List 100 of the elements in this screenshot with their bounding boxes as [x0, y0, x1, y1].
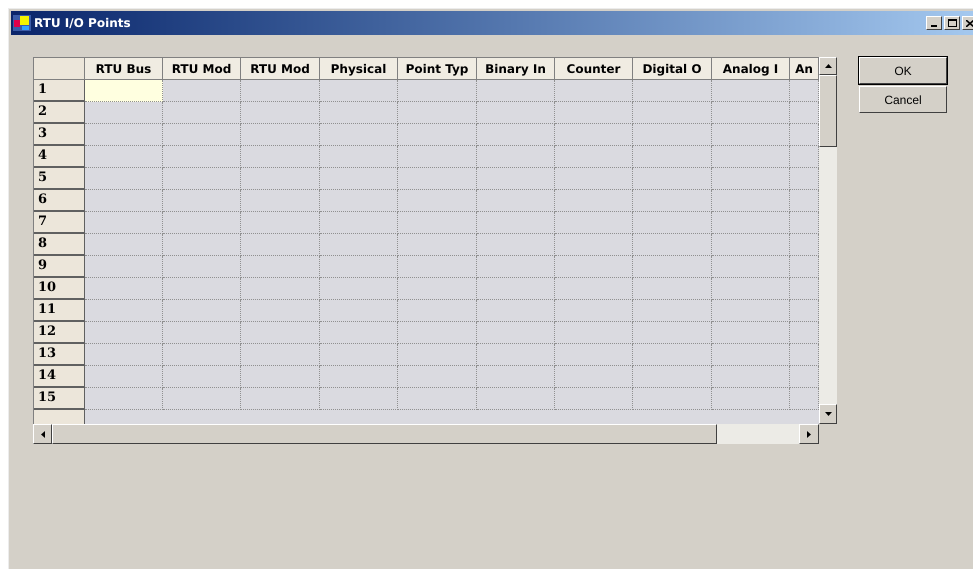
table-cell[interactable] — [477, 102, 555, 124]
table-cell[interactable] — [241, 256, 320, 278]
table-cell[interactable] — [712, 234, 790, 256]
table-cell[interactable] — [85, 146, 163, 168]
table-cell[interactable] — [398, 234, 477, 256]
table-cell[interactable] — [398, 344, 477, 366]
table-cell[interactable] — [241, 102, 320, 124]
table-cell[interactable] — [477, 344, 555, 366]
table-cell[interactable] — [163, 300, 241, 322]
table-cell[interactable] — [633, 212, 712, 234]
column-header[interactable]: Point Typ — [398, 58, 477, 80]
column-header[interactable]: Counter — [555, 58, 633, 80]
table-cell[interactable] — [633, 388, 712, 410]
table-cell[interactable] — [712, 212, 790, 234]
column-header[interactable]: Digital O — [633, 58, 712, 80]
table-cell[interactable] — [163, 102, 241, 124]
table-cell[interactable] — [398, 102, 477, 124]
column-header[interactable]: RTU Bus — [85, 58, 163, 80]
table-cell[interactable] — [163, 256, 241, 278]
table-cell[interactable] — [85, 80, 163, 102]
table-cell[interactable] — [633, 146, 712, 168]
scroll-left-button[interactable] — [33, 424, 52, 444]
column-header[interactable]: RTU Mod — [241, 58, 320, 80]
table-cell[interactable] — [398, 146, 477, 168]
table-cell[interactable] — [85, 168, 163, 190]
table-cell[interactable] — [163, 278, 241, 300]
row-header[interactable]: 10 — [34, 278, 85, 300]
horizontal-scrollbar[interactable] — [33, 424, 819, 444]
table-cell[interactable] — [163, 366, 241, 388]
table-cell[interactable] — [712, 278, 790, 300]
table-cell[interactable] — [85, 344, 163, 366]
table-cell[interactable] — [241, 388, 320, 410]
table-cell[interactable] — [712, 124, 790, 146]
table-cell[interactable] — [477, 366, 555, 388]
column-header[interactable]: Analog I — [712, 58, 790, 80]
table-cell[interactable] — [241, 322, 320, 344]
table-cell[interactable] — [320, 322, 398, 344]
table-cell[interactable] — [320, 102, 398, 124]
table-cell[interactable] — [712, 388, 790, 410]
row-header[interactable]: 2 — [34, 102, 85, 124]
column-header[interactable]: Physical — [320, 58, 398, 80]
table-cell[interactable] — [320, 124, 398, 146]
table-cell[interactable] — [633, 278, 712, 300]
table-cell[interactable] — [477, 278, 555, 300]
table-cell[interactable] — [633, 322, 712, 344]
table-cell[interactable] — [712, 322, 790, 344]
scroll-right-button[interactable] — [799, 424, 819, 444]
table-cell[interactable] — [163, 388, 241, 410]
table-cell[interactable] — [555, 344, 633, 366]
table-cell[interactable] — [633, 168, 712, 190]
table-cell[interactable] — [320, 234, 398, 256]
table-cell[interactable] — [320, 190, 398, 212]
table-cell[interactable] — [712, 366, 790, 388]
table-cell[interactable] — [477, 388, 555, 410]
table-cell[interactable] — [398, 300, 477, 322]
table-cell[interactable] — [555, 80, 633, 102]
table-cell[interactable] — [320, 344, 398, 366]
table-cell[interactable] — [555, 124, 633, 146]
table-cell[interactable] — [555, 322, 633, 344]
table-cell[interactable] — [555, 146, 633, 168]
table-cell[interactable] — [633, 256, 712, 278]
table-cell[interactable] — [320, 168, 398, 190]
row-header[interactable]: 11 — [34, 300, 85, 322]
table-cell[interactable] — [241, 212, 320, 234]
table-cell[interactable] — [85, 366, 163, 388]
table-cell[interactable] — [477, 322, 555, 344]
table-cell[interactable] — [712, 256, 790, 278]
table-cell[interactable] — [85, 124, 163, 146]
table-cell[interactable] — [85, 278, 163, 300]
table-cell[interactable] — [85, 256, 163, 278]
table-cell[interactable] — [163, 80, 241, 102]
table-cell[interactable] — [633, 234, 712, 256]
row-header[interactable]: 9 — [34, 256, 85, 278]
column-header[interactable]: RTU Mod — [163, 58, 241, 80]
row-header[interactable]: 4 — [34, 146, 85, 168]
row-header[interactable]: 7 — [34, 212, 85, 234]
table-cell[interactable] — [320, 146, 398, 168]
table-cell[interactable] — [241, 300, 320, 322]
table-cell[interactable] — [555, 212, 633, 234]
table-cell[interactable] — [320, 256, 398, 278]
table-cell[interactable] — [477, 234, 555, 256]
cancel-button[interactable]: Cancel — [859, 86, 947, 113]
table-cell[interactable] — [241, 344, 320, 366]
table-cell[interactable] — [241, 366, 320, 388]
table-cell[interactable] — [320, 278, 398, 300]
table-cell[interactable] — [477, 212, 555, 234]
vertical-scrollbar[interactable] — [819, 57, 837, 424]
table-cell[interactable] — [163, 212, 241, 234]
table-cell[interactable] — [320, 388, 398, 410]
row-header[interactable]: 14 — [34, 366, 85, 388]
table-cell[interactable] — [633, 366, 712, 388]
table-cell[interactable] — [163, 322, 241, 344]
row-header[interactable]: 1 — [34, 80, 85, 102]
table-cell[interactable] — [320, 366, 398, 388]
table-cell[interactable] — [477, 256, 555, 278]
table-cell[interactable] — [633, 124, 712, 146]
row-header[interactable]: 8 — [34, 234, 85, 256]
table-cell[interactable] — [555, 234, 633, 256]
table-cell[interactable] — [163, 190, 241, 212]
table-cell[interactable] — [398, 256, 477, 278]
